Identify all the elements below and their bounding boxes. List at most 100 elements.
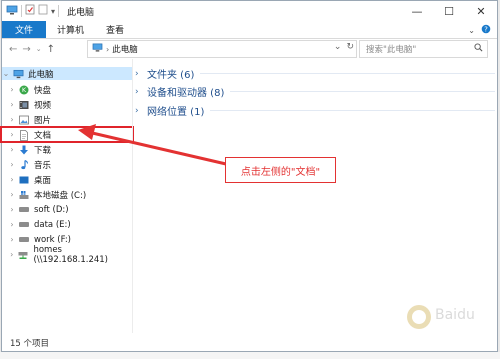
tree-item-label: 音乐 — [34, 160, 52, 171]
status-bar: 15 个项目 — [2, 334, 497, 351]
group-divider — [230, 91, 495, 92]
up-icon[interactable]: ↑ — [47, 44, 55, 55]
annotation-arrow — [78, 124, 227, 166]
close-button[interactable]: ✕ — [465, 1, 497, 21]
group-header-network[interactable]: › 网络位置 (1) — [135, 103, 495, 118]
group-label: 设备和驱动器 (8) — [147, 88, 225, 99]
tree-item-drive-c[interactable]: › 本地磁盘 (C:) — [2, 188, 132, 201]
drive-icon — [19, 220, 29, 230]
refresh-icon[interactable]: ↻ — [346, 42, 354, 52]
download-folder-icon — [19, 145, 29, 155]
video-folder-icon — [19, 100, 29, 110]
tree-item-label: 桌面 — [34, 175, 52, 186]
group-divider — [210, 110, 495, 111]
collapsed-chevron-icon[interactable]: › — [8, 85, 16, 94]
minimize-button[interactable]: — — [401, 1, 433, 21]
windows-drive-icon — [19, 190, 29, 200]
collapsed-chevron-icon[interactable]: › — [8, 175, 16, 184]
properties-icon[interactable] — [25, 4, 35, 18]
desktop-folder-icon — [19, 175, 29, 185]
collapsed-chevron-icon[interactable]: › — [8, 160, 16, 169]
computer-icon — [13, 69, 24, 79]
music-folder-icon — [19, 159, 29, 170]
collapsed-chevron-icon[interactable]: › — [8, 130, 16, 139]
drive-icon — [19, 235, 29, 245]
tree-item-label: 此电脑 — [28, 69, 54, 80]
tree-item-label: 快盘 — [34, 85, 52, 96]
computer-icon — [6, 5, 18, 18]
pane-divider[interactable] — [132, 59, 133, 333]
tab-file[interactable]: 文件 — [2, 21, 47, 38]
tree-item-label: 图片 — [34, 115, 52, 126]
expanded-chevron-icon[interactable]: ⌄ — [2, 69, 10, 78]
address-row: ← → ⌄ ↑ › 此电脑 ⌄ ↻ 搜索"此电脑" — [2, 39, 497, 59]
collapsed-chevron-icon[interactable]: › — [8, 235, 16, 244]
collapsed-chevron-icon[interactable]: › — [8, 190, 16, 199]
kuaipan-icon: K — [19, 85, 29, 95]
address-bar[interactable]: › 此电脑 ⌄ ↻ — [87, 40, 357, 58]
maximize-button[interactable]: ☐ — [433, 1, 465, 21]
tree-item-this-pc[interactable]: ⌄ 此电脑 — [2, 67, 132, 80]
expand-ribbon-icon[interactable]: ⌄ — [468, 26, 475, 35]
svg-text:?: ? — [484, 26, 488, 34]
collapsed-chevron-icon[interactable]: › — [8, 205, 16, 214]
tree-item-label: 视频 — [34, 100, 52, 111]
group-label: 网络位置 (1) — [147, 107, 205, 118]
new-folder-icon[interactable] — [38, 4, 48, 18]
tree-item-videos[interactable]: › 视频 — [2, 98, 132, 111]
drive-icon — [19, 205, 29, 215]
tree-item-label: data (E:) — [34, 219, 71, 230]
documents-folder-icon — [19, 129, 29, 141]
back-icon[interactable]: ← — [9, 44, 17, 55]
tree-item-label: work (F:) — [34, 234, 71, 245]
quick-access-toolbar: ▾ — [2, 4, 60, 18]
tree-item-label: 下载 — [34, 145, 52, 156]
svg-text:Baidu: Baidu — [435, 307, 475, 323]
tree-item-desktop[interactable]: › 桌面 — [2, 173, 132, 186]
breadcrumb-separator-icon[interactable]: › — [106, 45, 109, 54]
tab-view[interactable]: 查看 — [95, 21, 135, 38]
background-window-peek — [0, 352, 500, 359]
navigation-pane: ⌄ 此电脑 › K 快盘 › 视频 › 图片 › 文档 › 下载 › 音乐 › … — [0, 63, 134, 333]
search-icon[interactable] — [474, 43, 483, 55]
qat-dropdown-icon[interactable]: ▾ — [51, 7, 55, 16]
help-icon[interactable]: ? — [481, 24, 491, 37]
item-count: 15 个项目 — [10, 338, 50, 349]
tree-item-drive-e[interactable]: › data (E:) — [2, 218, 132, 231]
computer-icon — [92, 43, 103, 55]
collapsed-chevron-icon[interactable]: › — [8, 145, 16, 154]
breadcrumb[interactable]: 此电脑 — [112, 43, 138, 55]
collapsed-chevron-icon[interactable]: › — [8, 115, 16, 124]
group-label: 文件夹 (6) — [147, 70, 195, 81]
ribbon-tabs: 文件 计算机 查看 ⌄ ? — [2, 21, 497, 39]
collapsed-chevron-icon[interactable]: › — [135, 87, 145, 97]
collapsed-chevron-icon[interactable]: › — [135, 106, 145, 116]
tree-item-network-homes[interactable]: › homes (\\192.168.1.241) — [2, 245, 132, 265]
collapsed-chevron-icon[interactable]: › — [135, 69, 145, 79]
pictures-folder-icon — [19, 115, 29, 125]
tree-item-label: 本地磁盘 (C:) — [34, 190, 87, 201]
svg-text:K: K — [22, 86, 27, 94]
tree-item-label: 文档 — [34, 130, 52, 141]
search-placeholder: 搜索"此电脑" — [366, 45, 417, 55]
tree-item-label: homes (\\192.168.1.241) — [33, 244, 108, 265]
collapsed-chevron-icon[interactable]: › — [8, 250, 15, 259]
recent-locations-icon[interactable]: ⌄ — [36, 45, 42, 53]
collapsed-chevron-icon[interactable]: › — [8, 100, 16, 109]
window-title: 此电脑 — [67, 7, 95, 18]
title-bar: ▾ 此电脑 — ☐ ✕ — [2, 1, 497, 21]
watermark-logo: Baidu — [407, 305, 475, 329]
forward-icon[interactable]: → — [22, 44, 30, 55]
group-divider — [200, 73, 495, 74]
group-header-folders[interactable]: › 文件夹 (6) — [135, 66, 495, 81]
address-dropdown-icon[interactable]: ⌄ — [334, 42, 342, 52]
tab-computer[interactable]: 计算机 — [46, 21, 95, 38]
network-drive-icon — [18, 250, 28, 260]
tree-item-label: soft (D:) — [34, 204, 69, 215]
annotation-callout: 点击左侧的"文档" — [225, 157, 336, 183]
tree-item-drive-d[interactable]: › soft (D:) — [2, 203, 132, 216]
tree-item-kuaipan[interactable]: › K 快盘 — [2, 83, 132, 96]
collapsed-chevron-icon[interactable]: › — [8, 220, 16, 229]
group-header-devices[interactable]: › 设备和驱动器 (8) — [135, 84, 495, 99]
search-input[interactable]: 搜索"此电脑" — [359, 40, 488, 58]
